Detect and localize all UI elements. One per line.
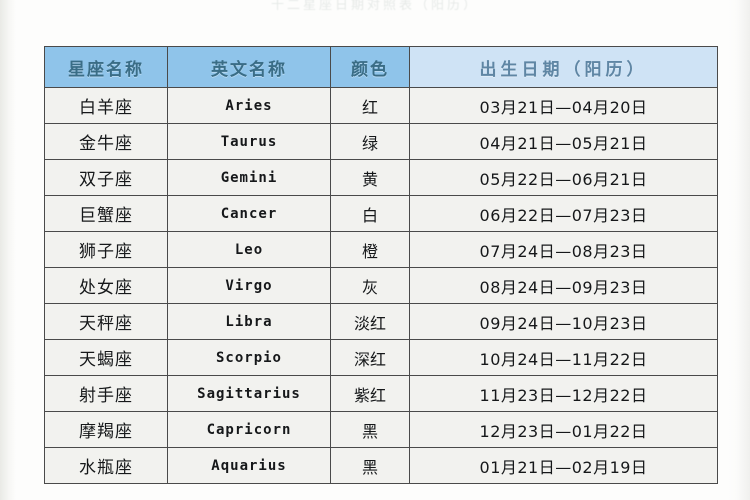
table-header: 星座名称 英文名称 颜色 出生日期（阳历） [44,46,718,88]
zodiac-name-cell: 白羊座 [44,88,168,124]
zodiac-color-cell: 橙 [331,232,410,268]
zodiac-name-cell: 水瓶座 [44,448,168,484]
column-header-color: 颜色 [331,46,410,88]
zodiac-date-cell: 03月21日—04月20日 [410,88,718,124]
zodiac-color-cell: 深红 [331,340,410,376]
page-canvas: 十二星座日期对照表（阳历） 星座名称 英文名称 颜色 出生日期（阳历） 白羊座 A… [0,0,750,500]
zodiac-name-cell: 天秤座 [44,304,168,340]
zodiac-english-cell: Scorpio [168,340,331,376]
table-body: 白羊座 Aries 红 03月21日—04月20日 金牛座 Taurus 绿 04月21日—0… [44,88,718,484]
zodiac-english-cell: Virgo [168,268,331,304]
table-row: 摩羯座 Capricorn 黑 12月23日—01月22日 [44,412,718,448]
table-row: 狮子座 Leo 橙 07月24日—08月23日 [44,232,718,268]
zodiac-english-cell: Aries [168,88,331,124]
zodiac-date-cell: 07月24日—08月23日 [410,232,718,268]
column-header-date: 出生日期（阳历） [410,46,718,88]
page-left-edge-shading [0,0,16,500]
zodiac-name-cell: 处女座 [44,268,168,304]
zodiac-color-cell: 紫红 [331,376,410,412]
table-row: 白羊座 Aries 红 03月21日—04月20日 [44,88,718,124]
zodiac-english-cell: Sagittarius [168,376,331,412]
zodiac-date-cell: 04月21日—05月21日 [410,124,718,160]
zodiac-date-cell: 08月24日—09月23日 [410,268,718,304]
table-row: 天蝎座 Scorpio 深红 10月24日—11月22日 [44,340,718,376]
page-right-edge-shading [728,0,750,500]
table-row: 水瓶座 Aquarius 黑 01月21日—02月19日 [44,448,718,484]
zodiac-name-cell: 狮子座 [44,232,168,268]
zodiac-date-cell: 06月22日—07月23日 [410,196,718,232]
zodiac-date-cell: 09月24日—10月23日 [410,304,718,340]
zodiac-name-cell: 摩羯座 [44,412,168,448]
zodiac-table: 星座名称 英文名称 颜色 出生日期（阳历） 白羊座 Aries 红 03月21日—04… [44,46,718,484]
column-header-name: 星座名称 [44,46,168,88]
zodiac-color-cell: 黄 [331,160,410,196]
table-header-row: 星座名称 英文名称 颜色 出生日期（阳历） [44,46,718,88]
zodiac-color-cell: 灰 [331,268,410,304]
table-row: 射手座 Sagittarius 紫红 11月23日—12月22日 [44,376,718,412]
zodiac-english-cell: Leo [168,232,331,268]
column-header-english: 英文名称 [168,46,331,88]
zodiac-table-container: 星座名称 英文名称 颜色 出生日期（阳历） 白羊座 Aries 红 03月21日—04… [44,46,718,484]
zodiac-name-cell: 金牛座 [44,124,168,160]
zodiac-name-cell: 射手座 [44,376,168,412]
zodiac-english-cell: Cancer [168,196,331,232]
zodiac-color-cell: 白 [331,196,410,232]
zodiac-english-cell: Gemini [168,160,331,196]
zodiac-english-cell: Aquarius [168,448,331,484]
zodiac-color-cell: 绿 [331,124,410,160]
table-row: 处女座 Virgo 灰 08月24日—09月23日 [44,268,718,304]
zodiac-english-cell: Capricorn [168,412,331,448]
table-row: 双子座 Gemini 黄 05月22日—06月21日 [44,160,718,196]
zodiac-name-cell: 巨蟹座 [44,196,168,232]
zodiac-date-cell: 10月24日—11月22日 [410,340,718,376]
zodiac-date-cell: 11月23日—12月22日 [410,376,718,412]
zodiac-date-cell: 12月23日—01月22日 [410,412,718,448]
zodiac-name-cell: 双子座 [44,160,168,196]
zodiac-name-cell: 天蝎座 [44,340,168,376]
table-row: 天秤座 Libra 淡红 09月24日—10月23日 [44,304,718,340]
zodiac-color-cell: 黑 [331,412,410,448]
zodiac-color-cell: 红 [331,88,410,124]
zodiac-english-cell: Taurus [168,124,331,160]
zodiac-date-cell: 01月21日—02月19日 [410,448,718,484]
zodiac-color-cell: 黑 [331,448,410,484]
table-row: 巨蟹座 Cancer 白 06月22日—07月23日 [44,196,718,232]
zodiac-color-cell: 淡红 [331,304,410,340]
zodiac-date-cell: 05月22日—06月21日 [410,160,718,196]
zodiac-english-cell: Libra [168,304,331,340]
clipped-page-title: 十二星座日期对照表（阳历） [270,0,479,10]
table-row: 金牛座 Taurus 绿 04月21日—05月21日 [44,124,718,160]
